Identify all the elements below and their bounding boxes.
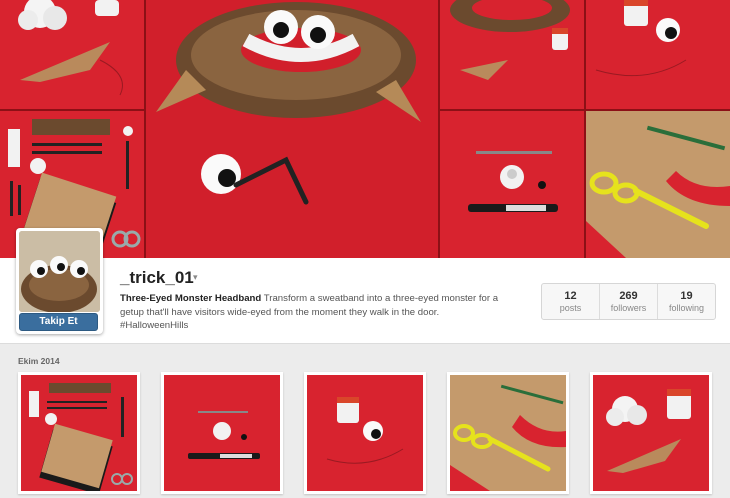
supplies-thumb-image <box>29 383 133 491</box>
avatar-card: Takip Et <box>16 228 103 334</box>
marker-thumb-image <box>188 411 260 459</box>
post-image <box>307 375 423 491</box>
cotton-thumb-image <box>606 389 691 473</box>
post-image <box>450 375 566 491</box>
profile-bio: Three-Eyed Monster Headband Transform a … <box>120 292 520 333</box>
fur-spool-image <box>450 0 570 80</box>
cover-photo-marker-eyeball[interactable] <box>440 111 584 258</box>
post-image <box>164 375 280 491</box>
scissors-thumb-image <box>450 375 566 491</box>
stat-followers[interactable]: 269 followers <box>600 284 658 319</box>
cover-photo-eyeball-paint[interactable] <box>586 0 730 109</box>
bio-title: Three-Eyed Monster Headband <box>120 293 262 304</box>
post-image <box>593 375 709 491</box>
grid-post[interactable] <box>161 372 283 494</box>
stat-following-label: following <box>668 303 705 313</box>
avatar-image <box>19 231 100 312</box>
stat-posts-label: posts <box>559 303 582 313</box>
grid-post[interactable] <box>590 372 712 494</box>
cover-photo-monster-headband[interactable] <box>146 0 438 258</box>
stat-followers-label: followers <box>610 303 647 313</box>
avatar[interactable] <box>19 231 100 312</box>
chevron-down-icon[interactable]: ▾ <box>193 272 198 283</box>
stat-following-count: 19 <box>680 290 693 302</box>
eyeball-paint-image <box>595 0 687 77</box>
profile-stats: 12 posts 269 followers 19 following <box>541 283 716 320</box>
stat-posts-count: 12 <box>564 290 577 302</box>
grid-post[interactable] <box>18 372 140 494</box>
grid-post[interactable] <box>304 372 426 494</box>
profile-page: Takip Et _trick_01 ▾ Three-Eyed Monster … <box>0 0 730 498</box>
cover-photo-fur-spool[interactable] <box>440 0 584 109</box>
bio-hashtag[interactable]: #HalloweenHills <box>120 320 188 331</box>
cover-collage <box>0 0 730 258</box>
cover-photo-cotton-felt[interactable] <box>0 0 144 109</box>
marker-eyeball-image <box>468 151 558 212</box>
stat-following[interactable]: 19 following <box>658 284 715 319</box>
eyeball-thumb-image <box>326 397 404 464</box>
username[interactable]: _trick_01 <box>120 268 194 288</box>
month-heading: Ekim 2014 <box>18 356 60 366</box>
stat-posts[interactable]: 12 posts <box>542 284 600 319</box>
scissors-image <box>586 111 730 258</box>
follow-button[interactable]: Takip Et <box>19 313 98 331</box>
post-image <box>21 375 137 491</box>
cover-photo-scissors[interactable] <box>586 111 730 258</box>
monster-headband-image <box>156 2 421 205</box>
stat-followers-count: 269 <box>619 290 638 302</box>
grid-post[interactable] <box>447 372 569 494</box>
cotton-felt-image <box>18 0 123 96</box>
